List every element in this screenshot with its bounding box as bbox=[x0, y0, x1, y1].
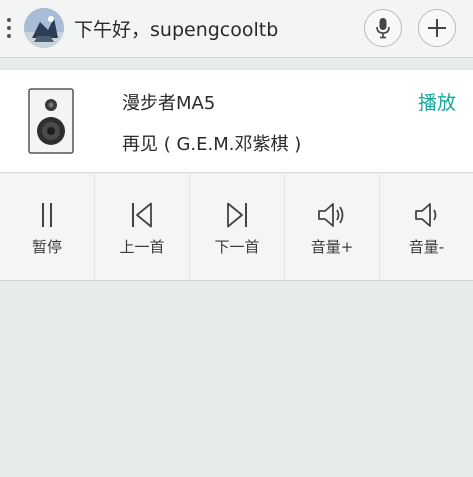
avatar[interactable] bbox=[24, 8, 64, 48]
voice-button[interactable] bbox=[364, 9, 402, 47]
track-title: 再见 ( G.E.M.邓紫棋 ) bbox=[122, 134, 302, 155]
volume-up-icon bbox=[318, 203, 344, 227]
microphone-icon bbox=[376, 18, 390, 39]
previous-button[interactable]: 上一首 bbox=[95, 174, 190, 280]
menu-dots-icon[interactable] bbox=[6, 18, 12, 38]
app-window: 下午好，supengcooltb 漫步者MA5 再见 (G.E.M.邓紫棋)… bbox=[0, 0, 473, 477]
top-bar: 下午好，supengcooltb bbox=[0, 0, 473, 58]
play-button[interactable]: 播放 bbox=[418, 88, 456, 115]
pause-icon bbox=[42, 203, 52, 227]
pause-label: 暂停 bbox=[31, 238, 62, 256]
device-name: 漫步者MA5 bbox=[122, 93, 216, 114]
previous-label: 上一首 bbox=[119, 238, 165, 256]
playback-controls: 暂停 上一首 下一首 音量+ 音量- bbox=[0, 174, 473, 281]
speaker-icon bbox=[28, 88, 74, 154]
add-button[interactable] bbox=[418, 9, 456, 47]
next-icon bbox=[227, 202, 247, 228]
device-card[interactable]: 漫步者MA5 再见 ( G.E.M.邓紫棋 ) 播放 bbox=[0, 69, 473, 173]
previous-icon bbox=[132, 202, 152, 228]
volume-down-label: 音量- bbox=[408, 238, 445, 256]
greeting-text: 下午好，supengcooltb bbox=[74, 19, 279, 41]
volume-down-icon bbox=[414, 203, 436, 227]
volume-up-label: 音量+ bbox=[310, 238, 354, 256]
next-label: 下一首 bbox=[214, 238, 260, 256]
plus-icon bbox=[428, 19, 446, 37]
pause-button[interactable]: 暂停 bbox=[0, 174, 95, 280]
volume-up-button[interactable]: 音量+ bbox=[285, 174, 380, 280]
volume-down-button[interactable]: 音量- bbox=[380, 174, 473, 280]
next-button[interactable]: 下一首 bbox=[190, 174, 285, 280]
